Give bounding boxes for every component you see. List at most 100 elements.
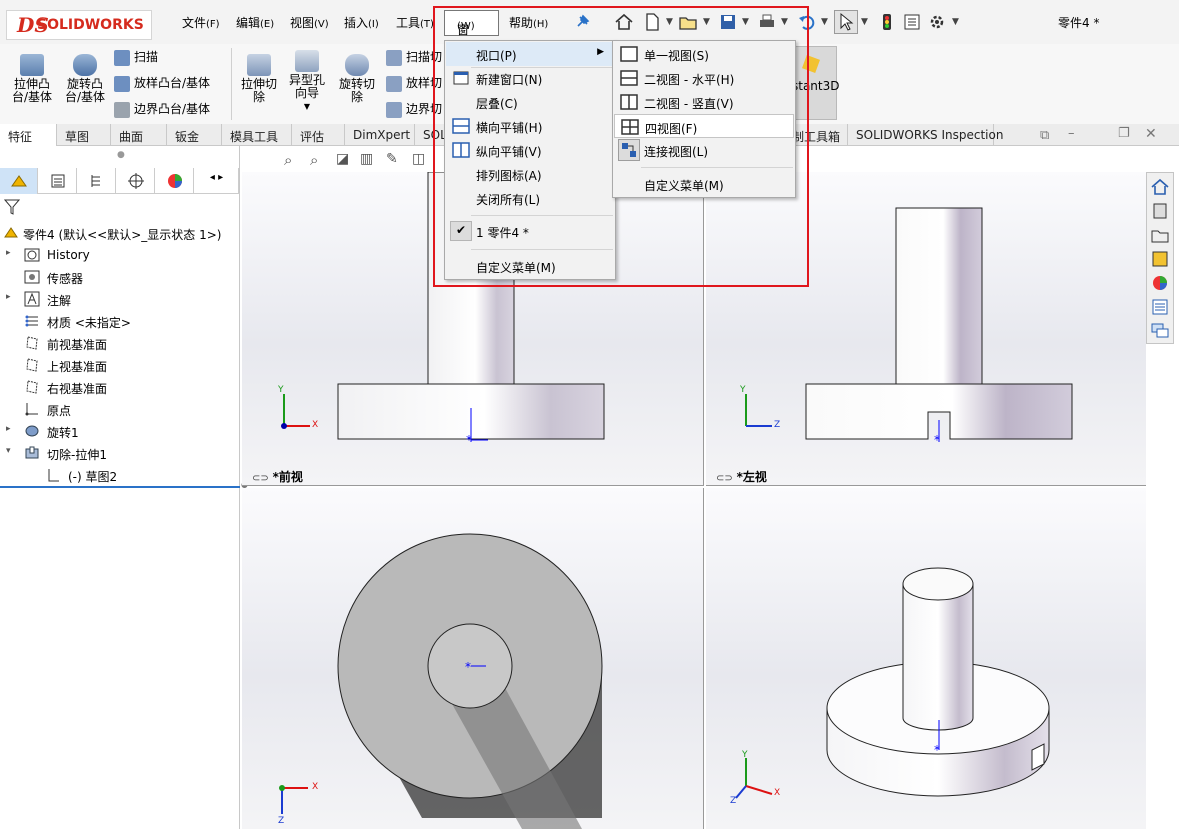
- tab-sheet-metal[interactable]: 钣金: [167, 124, 222, 146]
- tab-features[interactable]: 特征: [0, 124, 57, 146]
- sensor-icon: [24, 270, 40, 284]
- select-dropdown-icon[interactable]: ▼: [861, 17, 868, 27]
- previous-view-icon[interactable]: ◪: [336, 151, 349, 167]
- cut-extrude-icon: [25, 446, 39, 459]
- tree-item-revolve1[interactable]: ▸ 旋转1: [0, 420, 240, 442]
- tree-item-sensors[interactable]: 传感器: [0, 266, 240, 288]
- minimize-doc-icon[interactable]: –: [1068, 126, 1075, 141]
- gear-icon[interactable]: [927, 12, 947, 32]
- viewport-top[interactable]: * X Z: [242, 488, 704, 829]
- menu-edit[interactable]: 编辑(E): [236, 14, 274, 31]
- view-link-icon[interactable]: ⊂⊃: [716, 473, 733, 484]
- viewport-isometric[interactable]: * Y X Z: [706, 488, 1146, 829]
- options-dropdown-icon[interactable]: ▼: [952, 17, 959, 27]
- view-link-icon[interactable]: ⊂⊃: [252, 473, 269, 484]
- solidworks-resources-home-icon[interactable]: [1150, 177, 1170, 197]
- forum-icon[interactable]: [1150, 321, 1170, 341]
- expand-icon[interactable]: ▸: [6, 424, 11, 434]
- filter-icon[interactable]: [4, 198, 20, 216]
- tab-solidworks-inspection[interactable]: SOLIDWORKS Inspection: [848, 124, 1003, 146]
- rollback-bar[interactable]: [0, 486, 240, 488]
- tree-item-origin[interactable]: 原点: [0, 398, 240, 420]
- expand-icon[interactable]: ▸: [6, 292, 11, 302]
- tree-item-top-plane[interactable]: 上视基准面: [0, 354, 240, 376]
- extrude-boss-label: 拉伸凸 台/基体: [11, 77, 53, 104]
- restore-doc-icon[interactable]: ❐: [1118, 126, 1130, 141]
- sweep-cut-icon: [386, 49, 402, 66]
- hole-wizard-button[interactable]: 异型孔 向导 ▼: [284, 50, 330, 113]
- design-library-icon[interactable]: [1150, 201, 1170, 221]
- loft-boss-button[interactable]: 放样凸台/基体: [114, 74, 210, 92]
- origin-icon: [25, 403, 38, 416]
- revolve-boss-button[interactable]: 旋转凸 台/基体: [60, 54, 110, 104]
- configuration-manager-tab-icon[interactable]: [78, 168, 116, 194]
- menu-tools-label: 工具: [396, 16, 421, 30]
- menu-file-key: (F): [206, 19, 220, 30]
- revolve-feature-icon: [25, 425, 39, 437]
- property-manager-tab-icon[interactable]: [39, 168, 77, 194]
- display-manager-tab-icon[interactable]: [156, 168, 194, 194]
- tab-sketch[interactable]: 草图: [57, 124, 111, 146]
- file-explorer-icon[interactable]: [1150, 225, 1170, 245]
- select-tool-button[interactable]: [834, 10, 858, 34]
- restore-view-icon[interactable]: ⧉: [1040, 128, 1049, 143]
- menu-view-label: 视图: [290, 16, 315, 30]
- menu-tools[interactable]: 工具(T): [396, 14, 434, 31]
- tree-item-annotations[interactable]: ▸ 注解: [0, 288, 240, 310]
- menu-insert-key: (I): [368, 19, 379, 30]
- feature-manager-tab-icon[interactable]: [0, 168, 38, 194]
- manager-tabs-scroll-icon[interactable]: ◂ ▸: [195, 168, 239, 194]
- dynamic-annotation-icon[interactable]: ✎: [386, 151, 398, 167]
- extrude-boss-button[interactable]: 拉伸凸 台/基体: [6, 54, 58, 104]
- sweep-icon: [114, 49, 130, 66]
- revolve-cut-button[interactable]: 旋转切 除: [334, 54, 380, 104]
- tree-root-label: 零件4 (默认<<默认>_显示状态 1>): [23, 228, 222, 242]
- zoom-to-fit-icon[interactable]: ⌕: [284, 151, 292, 169]
- tree-item-sketch2[interactable]: (-) 草图2: [0, 464, 240, 486]
- tree-item-label: 切除-拉伸1: [47, 448, 107, 462]
- tree-item-front-plane[interactable]: 前视基准面: [0, 332, 240, 354]
- collapse-icon[interactable]: ▾: [6, 446, 11, 456]
- panel-grip-icon[interactable]: ●: [117, 150, 125, 160]
- tab-evaluate[interactable]: 评估: [292, 124, 345, 146]
- revolve-boss-label: 旋转凸 台/基体: [64, 77, 106, 104]
- tab-dimxpert[interactable]: DimXpert: [345, 124, 415, 146]
- plane-icon: [26, 358, 38, 372]
- view-orientation-icon[interactable]: ◫: [412, 151, 425, 167]
- zoom-to-area-icon[interactable]: ⌕: [310, 151, 318, 169]
- axis-y-label: Y: [742, 750, 748, 760]
- solidworks-window: DS SOLIDWORKS 文件(F) 编辑(E) 视图(V) 插入(I) 工具…: [0, 0, 1179, 829]
- menu-file[interactable]: 文件(F): [182, 14, 220, 31]
- file-properties-icon[interactable]: [902, 12, 922, 32]
- menu-insert-label: 插入: [344, 16, 369, 30]
- solidworks-logo[interactable]: DS SOLIDWORKS: [6, 10, 152, 40]
- feature-manager-panel: ● ◂ ▸ 零件4 (默认<<默认>_显示状态 1>) ▸ History 传感…: [0, 146, 248, 829]
- boundary-boss-icon: [114, 101, 130, 118]
- tree-item-cut-extrude1[interactable]: ▾ 切除-拉伸1: [0, 442, 240, 464]
- undo-dropdown-icon[interactable]: ▼: [821, 17, 828, 27]
- tab-mold-tools[interactable]: 模具工具: [222, 124, 292, 146]
- sweep-button[interactable]: 扫描: [114, 48, 158, 66]
- menu-insert[interactable]: 插入(I): [344, 14, 379, 31]
- svg-text:*: *: [465, 660, 471, 674]
- tab-surfaces[interactable]: 曲面: [111, 124, 167, 146]
- loft-boss-label: 放样凸台/基体: [134, 76, 211, 90]
- expand-icon[interactable]: ▸: [6, 248, 11, 258]
- section-view-icon[interactable]: ▥: [360, 151, 373, 167]
- extrude-cut-button[interactable]: 拉伸切 除: [236, 54, 282, 104]
- hole-wizard-dropdown-icon[interactable]: ▼: [284, 100, 330, 113]
- boundary-boss-button[interactable]: 边界凸台/基体: [114, 100, 210, 118]
- tree-item-material[interactable]: 材质 <未指定>: [0, 310, 240, 332]
- appearances-scenes-icon[interactable]: [1150, 273, 1170, 293]
- dimxpert-manager-tab-icon[interactable]: [117, 168, 155, 194]
- extrude-boss-icon: [20, 54, 44, 76]
- tree-root-part[interactable]: 零件4 (默认<<默认>_显示状态 1>): [0, 222, 240, 244]
- close-doc-icon[interactable]: ✕: [1145, 126, 1157, 142]
- loft-cut-icon: [386, 75, 402, 92]
- rebuild-traffic-light-icon[interactable]: [877, 12, 897, 32]
- custom-properties-icon[interactable]: [1150, 297, 1170, 317]
- menu-view[interactable]: 视图(V): [290, 14, 329, 31]
- view-palette-icon[interactable]: [1150, 249, 1170, 269]
- tree-item-history[interactable]: ▸ History: [0, 244, 240, 266]
- tree-item-right-plane[interactable]: 右视基准面: [0, 376, 240, 398]
